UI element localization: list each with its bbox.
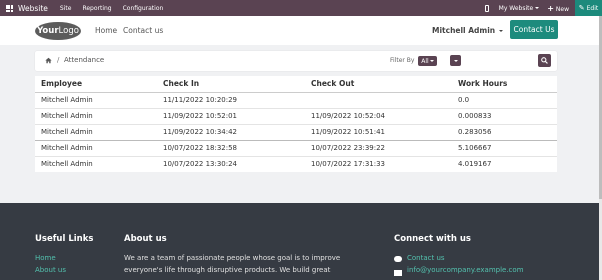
edit-button[interactable]: ✎ Edit — [575, 0, 602, 16]
my-website-dropdown[interactable]: My Website — [499, 5, 540, 12]
chevron-down-icon — [429, 60, 434, 62]
filter-dropdown[interactable]: All — [418, 56, 437, 66]
column-header-check-in[interactable]: Check In — [157, 76, 305, 93]
app-brand[interactable]: Website — [18, 4, 48, 13]
cell-work-hours: 0.283056 — [452, 123, 557, 140]
logo-text-bold: Your — [37, 26, 59, 36]
footer-email-link[interactable]: info@yourcompany.example.com — [407, 266, 524, 274]
table-header-row: Employee Check In Check Out Work Hours — [35, 76, 557, 93]
edit-label: Edit — [586, 4, 599, 12]
search-icon — [541, 57, 548, 64]
table-row[interactable]: Mitchell Admin 11/11/2022 10:20:29 0.0 — [35, 92, 557, 108]
table-row[interactable]: Mitchell Admin 10/07/2022 18:32:58 10/07… — [35, 139, 557, 156]
cell-check-in: 10/07/2022 13:30:24 — [157, 155, 305, 172]
site-header: Your Logo Home Contact us Mitchell Admin … — [0, 16, 602, 45]
footer-link-home[interactable]: Home — [35, 254, 56, 262]
cell-work-hours: 0.000833 — [452, 107, 557, 124]
cell-employee: Mitchell Admin — [35, 107, 157, 124]
mobile-preview-icon[interactable] — [484, 4, 489, 12]
breadcrumb: / Attendance Filter By All — [35, 51, 559, 71]
contact-us-button[interactable]: Contact Us — [510, 20, 558, 39]
cell-check-out: 10/07/2022 23:39:22 — [305, 139, 452, 156]
cell-work-hours: 0.0 — [458, 96, 470, 104]
footer-contact-link[interactable]: Contact us — [407, 254, 445, 262]
chevron-down-icon — [499, 30, 504, 32]
nav-contact-us[interactable]: Contact us — [123, 26, 163, 35]
menu-reporting[interactable]: Reporting — [82, 5, 111, 12]
filter-value: All — [421, 57, 429, 65]
user-menu[interactable]: Mitchell Admin — [432, 26, 504, 35]
new-button[interactable]: + New — [547, 4, 569, 13]
cell-employee: Mitchell Admin — [35, 139, 157, 156]
cell-employee: Mitchell Admin — [35, 123, 157, 140]
table-row[interactable]: Mitchell Admin 11/09/2022 10:52:01 11/09… — [35, 107, 557, 124]
apps-menu-button[interactable] — [2, 4, 16, 12]
pencil-icon: ✎ — [578, 4, 585, 12]
table-row[interactable]: Mitchell Admin 11/09/2022 10:34:42 11/09… — [35, 123, 557, 140]
home-icon[interactable] — [45, 57, 52, 64]
cell-check-in: 11/09/2022 10:52:01 — [157, 107, 305, 124]
breadcrumb-separator: / — [57, 56, 60, 64]
cell-check-in: 10/07/2022 18:32:58 — [157, 139, 305, 156]
column-header-work-hours[interactable]: Work Hours — [452, 76, 557, 93]
admin-topbar: Website Site Reporting Configuration My … — [0, 0, 602, 16]
footer-about-text-line2: everyone's life through disruptive produ… — [124, 266, 331, 274]
cell-check-out: 11/09/2022 10:52:04 — [305, 107, 452, 124]
my-website-label: My Website — [498, 4, 534, 12]
cell-check-in: 11/09/2022 10:34:42 — [157, 123, 305, 140]
footer-link-about-us[interactable]: About us — [35, 266, 66, 274]
sort-button[interactable] — [450, 55, 461, 66]
logo-text-light: Logo — [58, 26, 79, 36]
column-header-check-out[interactable]: Check Out — [305, 76, 452, 93]
cell-work-hours: 5.106667 — [452, 139, 557, 156]
user-name: Mitchell Admin — [432, 26, 496, 35]
cell-employee: Mitchell Admin — [35, 155, 157, 172]
attendance-table: Employee Check In Check Out Work Hours M… — [35, 76, 557, 172]
plus-icon: + — [547, 3, 554, 13]
sort-caret-icon — [453, 59, 458, 62]
chat-icon — [394, 256, 402, 262]
cell-check-out — [305, 92, 452, 108]
apps-grid-icon — [5, 4, 13, 12]
cell-check-in: 11/11/2022 10:20:29 — [163, 96, 238, 104]
cell-check-out: 10/07/2022 17:31:33 — [305, 155, 452, 172]
nav-home[interactable]: Home — [95, 26, 117, 35]
cell-employee: Mitchell Admin — [41, 96, 93, 104]
search-button[interactable] — [538, 54, 551, 67]
chevron-down-icon — [535, 7, 540, 9]
table-row[interactable]: Mitchell Admin 10/07/2022 13:30:24 10/07… — [35, 155, 557, 172]
footer-about-title: About us — [124, 234, 167, 244]
cell-work-hours: 4.019167 — [452, 155, 557, 172]
new-label: New — [555, 5, 569, 13]
site-footer: Useful Links Home About us About us We a… — [0, 203, 602, 280]
cell-check-out: 11/09/2022 10:51:41 — [305, 123, 452, 140]
footer-useful-links-title: Useful Links — [35, 234, 94, 244]
filter-by-label: Filter By — [390, 57, 415, 64]
breadcrumb-current: Attendance — [64, 56, 105, 64]
envelope-icon — [394, 270, 402, 276]
menu-configuration[interactable]: Configuration — [123, 5, 164, 12]
company-logo[interactable]: Your Logo — [35, 22, 81, 40]
column-header-employee[interactable]: Employee — [35, 76, 157, 93]
footer-about-text-line1: We are a team of passionate people whose… — [124, 254, 341, 262]
menu-site[interactable]: Site — [60, 5, 72, 12]
footer-connect-title: Connect with us — [394, 234, 471, 244]
